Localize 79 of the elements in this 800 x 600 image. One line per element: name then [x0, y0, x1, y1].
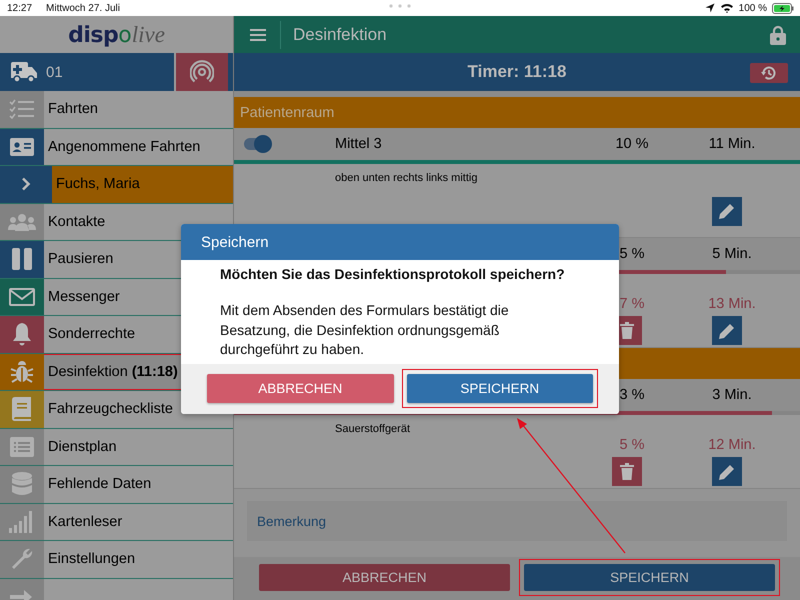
- entry-percent: 5 %: [620, 437, 644, 453]
- menu-item[interactable]: Kartenleser: [0, 504, 233, 541]
- wifi-icon: [720, 3, 734, 13]
- delete-button[interactable]: [612, 457, 642, 486]
- menu-label: Fuchs, Maria: [56, 176, 140, 192]
- item-percent: 3 %: [620, 387, 644, 403]
- database-icon: [12, 472, 32, 496]
- multitask-icon: [389, 4, 411, 8]
- location-icon: [704, 3, 715, 13]
- timer-text: Timer: 11:18: [468, 62, 566, 82]
- people-icon: [8, 212, 36, 231]
- entry-description: oben unten rechts links mittig: [335, 172, 478, 184]
- save-button[interactable]: SPEICHERN: [524, 564, 775, 591]
- pause-icon: [12, 248, 32, 270]
- id-card-icon: [10, 138, 34, 156]
- mail-icon: [9, 288, 35, 306]
- item-duration: 3 Min.: [712, 387, 752, 403]
- menu-label: Angenommene Fahrten: [48, 138, 200, 155]
- edit-button[interactable]: [712, 316, 742, 345]
- item-duration: 11 Min.: [708, 136, 756, 152]
- menu-label: Einstellungen: [48, 551, 136, 568]
- menu-label: Fehlende Daten: [48, 476, 152, 492]
- save-button[interactable]: SPEICHERN: [406, 374, 593, 403]
- history-button[interactable]: [750, 63, 788, 83]
- menu-label: Fahrten: [48, 101, 98, 118]
- entry-duration: 12 Min.: [708, 437, 756, 453]
- menu-item[interactable]: Einstellungen: [0, 541, 233, 578]
- ambulance-icon: [10, 61, 38, 83]
- menu-label: Kartenleser: [48, 514, 122, 530]
- menu-item[interactable]: Dienstplan: [0, 428, 233, 466]
- menu-label: Messenger: [48, 288, 120, 305]
- menu-item[interactable]: Fehlende Daten: [0, 466, 233, 504]
- cancel-button[interactable]: ABBRECHEN: [207, 374, 394, 403]
- entry-description: Sauerstoffgerät: [335, 423, 410, 435]
- battery-icon: [772, 2, 794, 14]
- item-percent: 10 %: [615, 136, 649, 152]
- menu-label: Desinfektion (11:18): [48, 364, 178, 380]
- menu-item[interactable]: Fuchs, Maria: [0, 166, 233, 204]
- entry-percent: 7 %: [620, 296, 644, 312]
- signal-bars-icon: [9, 510, 35, 533]
- entry-duration: 13 Min.: [708, 296, 756, 312]
- menu-label: Sonderrechte: [48, 326, 136, 342]
- item-duration: 5 Min.: [712, 246, 752, 262]
- item-name: Mittel 3: [335, 136, 382, 152]
- edit-button[interactable]: [712, 196, 742, 226]
- trash-icon: [620, 463, 634, 480]
- remark-field[interactable]: Bemerkung: [247, 501, 787, 541]
- status-date: Mittwoch 27. Juli: [46, 2, 120, 14]
- menu-item[interactable]: Fahrten: [0, 91, 233, 128]
- menu-icon[interactable]: [250, 28, 266, 40]
- list-icon: [10, 436, 34, 457]
- status-time: 12:27: [7, 2, 32, 14]
- toggle-switch[interactable]: [244, 138, 270, 150]
- page-title: Desinfektion: [293, 24, 387, 44]
- checklist-icon: [9, 99, 35, 120]
- trash-icon: [620, 322, 634, 339]
- item-percent: 5 %: [620, 246, 644, 262]
- cancel-button[interactable]: ABBRECHEN: [259, 564, 510, 591]
- wrench-icon: [10, 547, 34, 572]
- edit-button[interactable]: [712, 457, 742, 486]
- bug-icon: [10, 360, 34, 384]
- menu-label: Pausieren: [48, 251, 114, 268]
- chevron-icon: [21, 177, 31, 192]
- broadcast-icon: [190, 60, 214, 84]
- menu-label: Dienstplan: [48, 438, 117, 455]
- pencil-icon: [719, 203, 735, 220]
- lock-icon[interactable]: [770, 24, 786, 44]
- book-icon: [12, 397, 32, 422]
- history-icon: [761, 65, 777, 81]
- pencil-icon: [719, 464, 735, 480]
- vehicle-number: 01: [46, 64, 63, 80]
- menu-label: Kontakte: [48, 214, 106, 230]
- pencil-icon: [719, 322, 735, 338]
- app-logo: dispolive: [68, 22, 165, 48]
- radio-button[interactable]: [174, 53, 228, 91]
- bell-icon: [12, 322, 32, 346]
- battery-percent: 100 %: [738, 2, 767, 14]
- menu-label: Fahrzeugcheckliste: [48, 401, 173, 418]
- section-title: Patientenraum: [240, 104, 334, 120]
